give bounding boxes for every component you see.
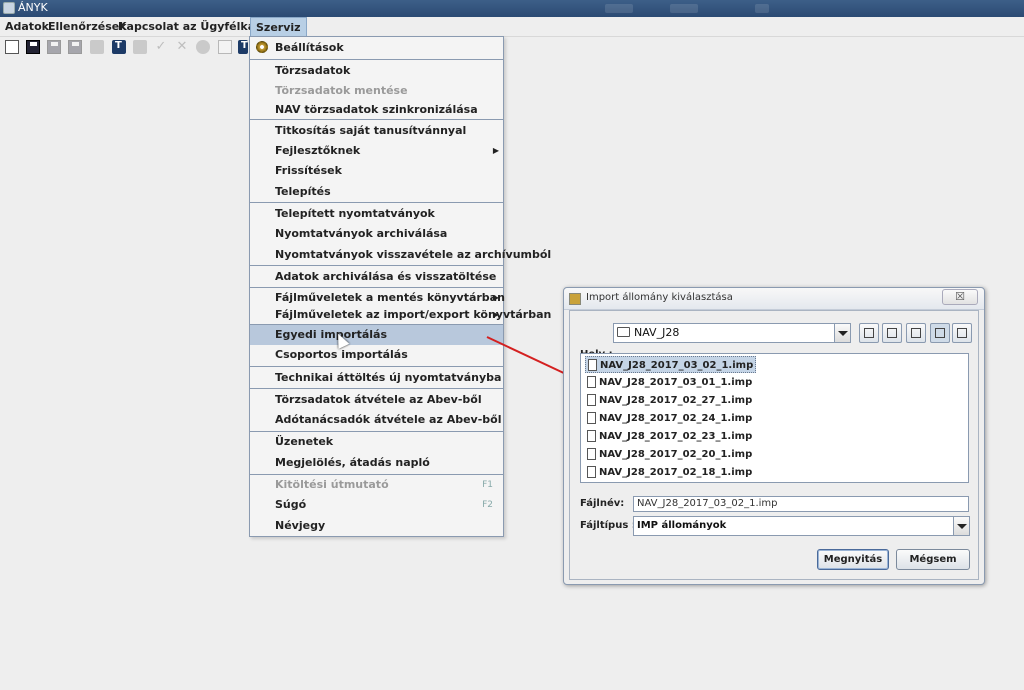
app-icon — [3, 2, 15, 14]
menu-separator — [250, 265, 503, 266]
file-list[interactable]: NAV_J28_2017_03_02_1.imp NAV_J28_2017_03… — [580, 353, 969, 483]
gear-icon — [256, 41, 268, 53]
menu-item-torzsadatok[interactable]: Törzsadatok — [250, 61, 503, 81]
menu-item-nyomtatvanyok-visszavetele[interactable]: Nyomtatványok visszavétele az archívumbó… — [250, 245, 551, 265]
printer-icon[interactable] — [133, 40, 147, 54]
file-item[interactable]: NAV_J28_2017_02_27_1.imp — [585, 392, 752, 409]
shortcut-f2: F2 — [482, 500, 493, 510]
file-item[interactable]: NAV_J28_2017_02_18_1.imp — [585, 464, 752, 481]
details-view-icon — [957, 328, 967, 338]
dialog-title: Import állomány kiválasztása — [586, 292, 733, 303]
titlebar-blur — [755, 4, 769, 13]
close-button[interactable]: ☒ — [942, 289, 978, 305]
menu-separator — [250, 119, 503, 120]
copy-icon[interactable] — [5, 40, 19, 54]
home-button[interactable] — [882, 323, 902, 343]
list-view-icon — [935, 328, 945, 338]
menubar: Adatok Ellenőrzések Kapcsolat az Ügyfélk… — [0, 17, 1024, 37]
file-item[interactable]: NAV_J28_2017_02_23_1.imp — [585, 428, 752, 445]
menu-item-beallitasok[interactable]: Beállítások — [250, 38, 503, 58]
up-folder-button[interactable] — [859, 323, 879, 343]
save-disabled-icon[interactable] — [47, 40, 61, 54]
open-button[interactable]: Megnyitás — [817, 549, 889, 570]
shortcut-f1: F1 — [482, 480, 493, 490]
submenu-arrow-icon: ▶ — [492, 310, 499, 319]
file-icon — [587, 412, 596, 424]
check-icon[interactable]: ✓ — [154, 40, 168, 54]
chevron-down-icon[interactable] — [953, 517, 969, 535]
file-icon — [587, 466, 596, 478]
dialog-app-icon — [569, 293, 581, 305]
submenu-arrow-icon: ▶ — [492, 146, 499, 155]
print-disabled-icon[interactable] — [90, 40, 104, 54]
file-icon — [587, 394, 596, 406]
chevron-down-icon[interactable] — [834, 324, 850, 342]
folder-icon — [617, 327, 630, 337]
menu-item-uzenetek[interactable]: Üzenetek — [250, 432, 503, 452]
mail-icon[interactable] — [218, 40, 232, 54]
shield-icon[interactable] — [196, 40, 210, 54]
filename-input[interactable]: NAV_J28_2017_03_02_1.imp — [633, 496, 969, 512]
new-folder-icon — [911, 328, 921, 338]
menu-item-telepites[interactable]: Telepítés — [250, 182, 503, 202]
menu-item-sugo[interactable]: Súgó F2 — [250, 495, 503, 515]
save-all-disabled-icon[interactable] — [68, 40, 82, 54]
home-icon — [887, 328, 897, 338]
menu-item-titkositas[interactable]: Titkosítás saját tanusítvánnyal — [250, 121, 503, 141]
window-title: ÁNYK — [18, 1, 48, 14]
menu-item-kitoltesi-utmutato: Kitöltési útmutató F1 — [250, 475, 503, 495]
menu-item-csoportos-importalas[interactable]: Csoportos importálás — [250, 345, 503, 365]
cancel-button[interactable]: Mégsem — [896, 549, 970, 570]
menu-item-adotanacsadok-atvetele[interactable]: Adótanácsadók átvétele az Abev-ből — [250, 410, 503, 430]
file-item[interactable]: NAV_J28_2017_03_01_1.imp — [585, 374, 752, 391]
file-icon — [588, 359, 597, 371]
file-icon — [587, 430, 596, 442]
filetype-label: Fájltípus : — [580, 520, 636, 531]
book2-icon[interactable] — [238, 40, 248, 54]
up-folder-icon — [864, 328, 874, 338]
file-item[interactable]: NAV_J28_2017_02_24_1.imp — [585, 410, 752, 427]
file-item[interactable]: NAV_J28_2017_02_20_1.imp — [585, 446, 752, 463]
details-view-button[interactable] — [952, 323, 972, 343]
titlebar-blur — [670, 4, 698, 13]
menu-separator — [250, 202, 503, 203]
list-view-button[interactable] — [930, 323, 950, 343]
file-icon — [587, 376, 596, 388]
dialog-body: Hely : NAV_J28 NAV_J28_2017_03_02_1.imp … — [569, 310, 979, 580]
menu-separator — [250, 366, 503, 367]
menu-item-adatok-archivalasa[interactable]: Adatok archiválása és visszatöltése — [250, 267, 503, 287]
book-icon[interactable] — [112, 40, 126, 54]
save-icon[interactable] — [26, 40, 40, 54]
window-titlebar: ÁNYK — [0, 0, 1024, 17]
menu-item-telepitett-nyomtatvanyok[interactable]: Telepített nyomtatványok — [250, 204, 503, 224]
location-combo[interactable]: NAV_J28 — [613, 323, 851, 343]
filetype-combo[interactable]: IMP állományok — [633, 516, 970, 536]
menu-item-torzsadatok-mentese: Törzsadatok mentése — [275, 84, 408, 97]
file-icon — [587, 448, 596, 460]
menu-item-egyedi-importalas[interactable]: Egyedi importálás — [250, 325, 503, 345]
filename-label: Fájlnév: — [580, 498, 625, 509]
file-item[interactable]: NAV_J28_2017_03_02_1.imp — [585, 356, 757, 373]
menu-separator — [250, 59, 503, 60]
menu-item-torzsadatok-atvetele[interactable]: Törzsadatok átvétele az Abev-ből — [250, 390, 503, 410]
menu-item-nyomtatvanyok-archivalasa[interactable]: Nyomtatványok archiválása — [250, 224, 503, 244]
menu-item-nav-szinkron[interactable]: NAV törzsadatok szinkronizálása — [250, 100, 503, 120]
menu-item-megjeloles[interactable]: Megjelölés, átadás napló — [250, 453, 503, 473]
menu-item-fejlesztoknek[interactable]: Fejlesztőknek ▶ — [250, 141, 503, 161]
menu-separator — [250, 388, 503, 389]
toolbar: ✓ ✕ — [0, 37, 250, 57]
delete-icon[interactable]: ✕ — [175, 40, 189, 54]
menu-item-frissitesek[interactable]: Frissítések — [250, 161, 503, 181]
menu-szerviz[interactable]: Szerviz — [250, 17, 307, 37]
szerviz-dropdown-menu: Beállítások Törzsadatok Törzsadatok ment… — [249, 36, 551, 537]
menu-item-technikai-attoltes[interactable]: Technikai áttöltés új nyomtatványba — [250, 368, 503, 388]
menu-item-nevjegy[interactable]: Névjegy — [250, 516, 503, 536]
menu-item-fajlmuveletek-import[interactable]: Fájlműveletek az import/export könyvtárb… — [250, 305, 551, 325]
import-file-dialog: Import állomány kiválasztása ☒ Hely : NA… — [563, 287, 985, 585]
titlebar-blur — [605, 4, 633, 13]
dialog-titlebar: Import állomány kiválasztása ☒ — [564, 288, 984, 310]
new-folder-button[interactable] — [906, 323, 926, 343]
